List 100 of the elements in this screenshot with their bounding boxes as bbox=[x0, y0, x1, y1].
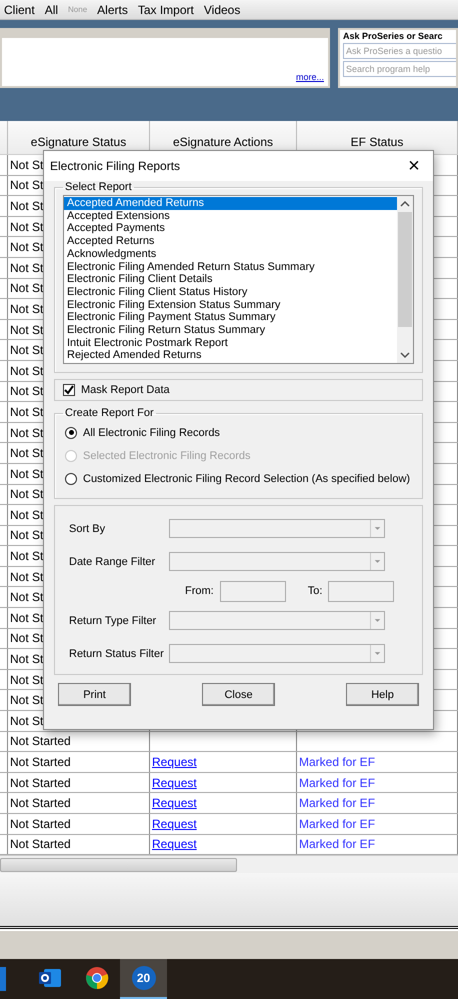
search-field[interactable]: Search program help bbox=[343, 61, 456, 77]
column-header[interactable]: eSignature Status bbox=[30, 135, 126, 149]
table-cell: Not St bbox=[10, 364, 44, 378]
group-label: Create Report For bbox=[64, 407, 155, 419]
list-item[interactable]: Accepted Extensions bbox=[64, 210, 397, 222]
dropdown[interactable] bbox=[169, 611, 385, 630]
table-cell: Not St bbox=[10, 672, 44, 687]
table-cell: Not St bbox=[10, 384, 44, 398]
dropdown[interactable] bbox=[169, 644, 385, 663]
table-cell: Not St bbox=[10, 610, 44, 625]
list-item[interactable]: Rejected Amended Returns bbox=[64, 349, 397, 362]
table-cell: Marked for EF bbox=[299, 776, 376, 790]
dialog-button[interactable]: Print bbox=[58, 683, 131, 706]
list-item[interactable]: Electronic Filing Return Status Summary bbox=[64, 324, 397, 337]
request-link[interactable]: Request bbox=[152, 776, 197, 790]
dropdown[interactable] bbox=[169, 552, 385, 571]
list-item[interactable]: Electronic Filing Extension Status Summary bbox=[64, 298, 397, 312]
table-cell: Not Started bbox=[10, 776, 71, 790]
table-cell: Not St bbox=[10, 446, 44, 460]
table-cell: Not St bbox=[10, 508, 44, 522]
table-cell: Marked for EF bbox=[299, 837, 376, 852]
mail-app-icon bbox=[38, 967, 62, 989]
request-link[interactable]: Request bbox=[152, 796, 197, 810]
table-cell: Not St bbox=[10, 178, 44, 192]
table-cell: Not St bbox=[10, 302, 44, 316]
table-cell: Not St bbox=[10, 404, 44, 419]
table-cell: Not St bbox=[10, 220, 44, 234]
list-item[interactable]: Accepted Returns bbox=[64, 235, 397, 248]
table-cell: Not St bbox=[10, 570, 44, 584]
dialog-button[interactable]: Close bbox=[202, 683, 275, 706]
request-link[interactable]: Request bbox=[152, 837, 197, 852]
list-item[interactable]: Electronic Filing Client Details bbox=[64, 273, 397, 286]
list-item[interactable]: Acknowledgments bbox=[64, 248, 397, 261]
search-field[interactable]: Ask ProSeries a questio bbox=[343, 43, 456, 59]
table-cell: Not St bbox=[10, 549, 44, 564]
filter-label: Sort By bbox=[69, 522, 106, 534]
request-link[interactable]: Request bbox=[152, 755, 197, 770]
table-cell: Not St bbox=[10, 590, 44, 604]
table-cell: Not Started bbox=[10, 837, 71, 852]
panel-title: Ask ProSeries or Searc bbox=[343, 31, 444, 41]
dialog-title: Electronic Filing Reports bbox=[50, 159, 180, 173]
table-cell: Not Started bbox=[10, 816, 71, 831]
table-cell: Not St bbox=[10, 322, 44, 337]
checkbox[interactable] bbox=[63, 384, 75, 396]
group-label: Select Report bbox=[64, 181, 133, 193]
date-field[interactable] bbox=[220, 580, 286, 602]
to-label: To: bbox=[308, 585, 322, 597]
dialog-button[interactable]: Help bbox=[346, 683, 419, 706]
toolbar-label[interactable]: Videos bbox=[204, 2, 240, 16]
column-header[interactable]: eSignature Actions bbox=[172, 135, 274, 149]
date-field[interactable] bbox=[328, 580, 394, 602]
table-cell: Not St bbox=[10, 240, 44, 254]
table-cell: Not St bbox=[10, 652, 44, 666]
taskbar-button[interactable]: 20 bbox=[120, 959, 167, 999]
table-cell: Not Started bbox=[10, 796, 71, 810]
table-cell: Not St bbox=[10, 198, 44, 213]
table-cell: Marked for EF bbox=[299, 755, 376, 770]
radio-button[interactable] bbox=[65, 472, 77, 484]
radio-label: Customized Electronic Filing Record Selection (As specified below) bbox=[83, 472, 410, 484]
table-cell: Not St bbox=[10, 343, 44, 358]
table-cell: Not St bbox=[10, 631, 44, 646]
radio-label: Selected Electronic Filing Records bbox=[83, 450, 251, 462]
scrollbar-thumb[interactable] bbox=[398, 212, 412, 327]
table-cell: Not St bbox=[10, 260, 44, 275]
table-cell: Not St bbox=[10, 528, 44, 542]
request-link[interactable]: Request bbox=[152, 816, 197, 831]
table-cell: Not St bbox=[10, 693, 44, 708]
table-cell: Not St bbox=[10, 158, 44, 172]
table-cell: Not St bbox=[10, 487, 44, 502]
list-item[interactable]: Intuit Electronic Postmark Report bbox=[64, 336, 397, 350]
app-badge-icon: 20 bbox=[132, 966, 156, 990]
filter-label: Return Type Filter bbox=[69, 614, 158, 626]
scrollbar-thumb[interactable] bbox=[0, 858, 237, 872]
toolbar-label[interactable]: Alerts bbox=[97, 2, 128, 16]
checkbox-label: Mask Report Data bbox=[81, 384, 170, 396]
table-cell: Not Started bbox=[10, 734, 71, 748]
column-header[interactable]: EF Status bbox=[350, 135, 404, 149]
close-button[interactable]: × bbox=[401, 153, 427, 179]
toolbar-label[interactable]: All bbox=[44, 2, 58, 16]
filter-label: Return Status Filter bbox=[69, 648, 165, 660]
table-cell: Not Started bbox=[10, 755, 71, 770]
list-item[interactable]: Electronic Filing Payment Status Summary bbox=[64, 311, 397, 324]
radio-label: All Electronic Filing Records bbox=[83, 426, 220, 438]
browser-icon bbox=[84, 966, 108, 990]
table-cell: Not St bbox=[10, 426, 44, 440]
table-cell: Not St bbox=[10, 281, 44, 296]
toolbar-label[interactable]: Tax Import bbox=[138, 2, 194, 16]
list-item[interactable]: Accepted Payments bbox=[64, 222, 397, 236]
from-label: From: bbox=[185, 585, 214, 597]
radio-button[interactable] bbox=[65, 426, 77, 438]
filter-label: Date Range Filter bbox=[69, 556, 156, 568]
table-cell: Marked for EF bbox=[299, 816, 376, 831]
toolbar-label[interactable]: Client bbox=[4, 2, 35, 16]
dropdown[interactable] bbox=[169, 519, 385, 538]
table-cell: Marked for EF bbox=[299, 796, 376, 810]
list-item[interactable]: Electronic Filing Client Status History bbox=[64, 286, 397, 299]
list-item[interactable]: Electronic Filing Amended Return Status Summary bbox=[64, 260, 397, 274]
more-link[interactable]: more... bbox=[296, 72, 324, 82]
table-cell: Not St bbox=[10, 466, 44, 481]
list-item[interactable]: Accepted Amended Returns bbox=[64, 197, 397, 210]
